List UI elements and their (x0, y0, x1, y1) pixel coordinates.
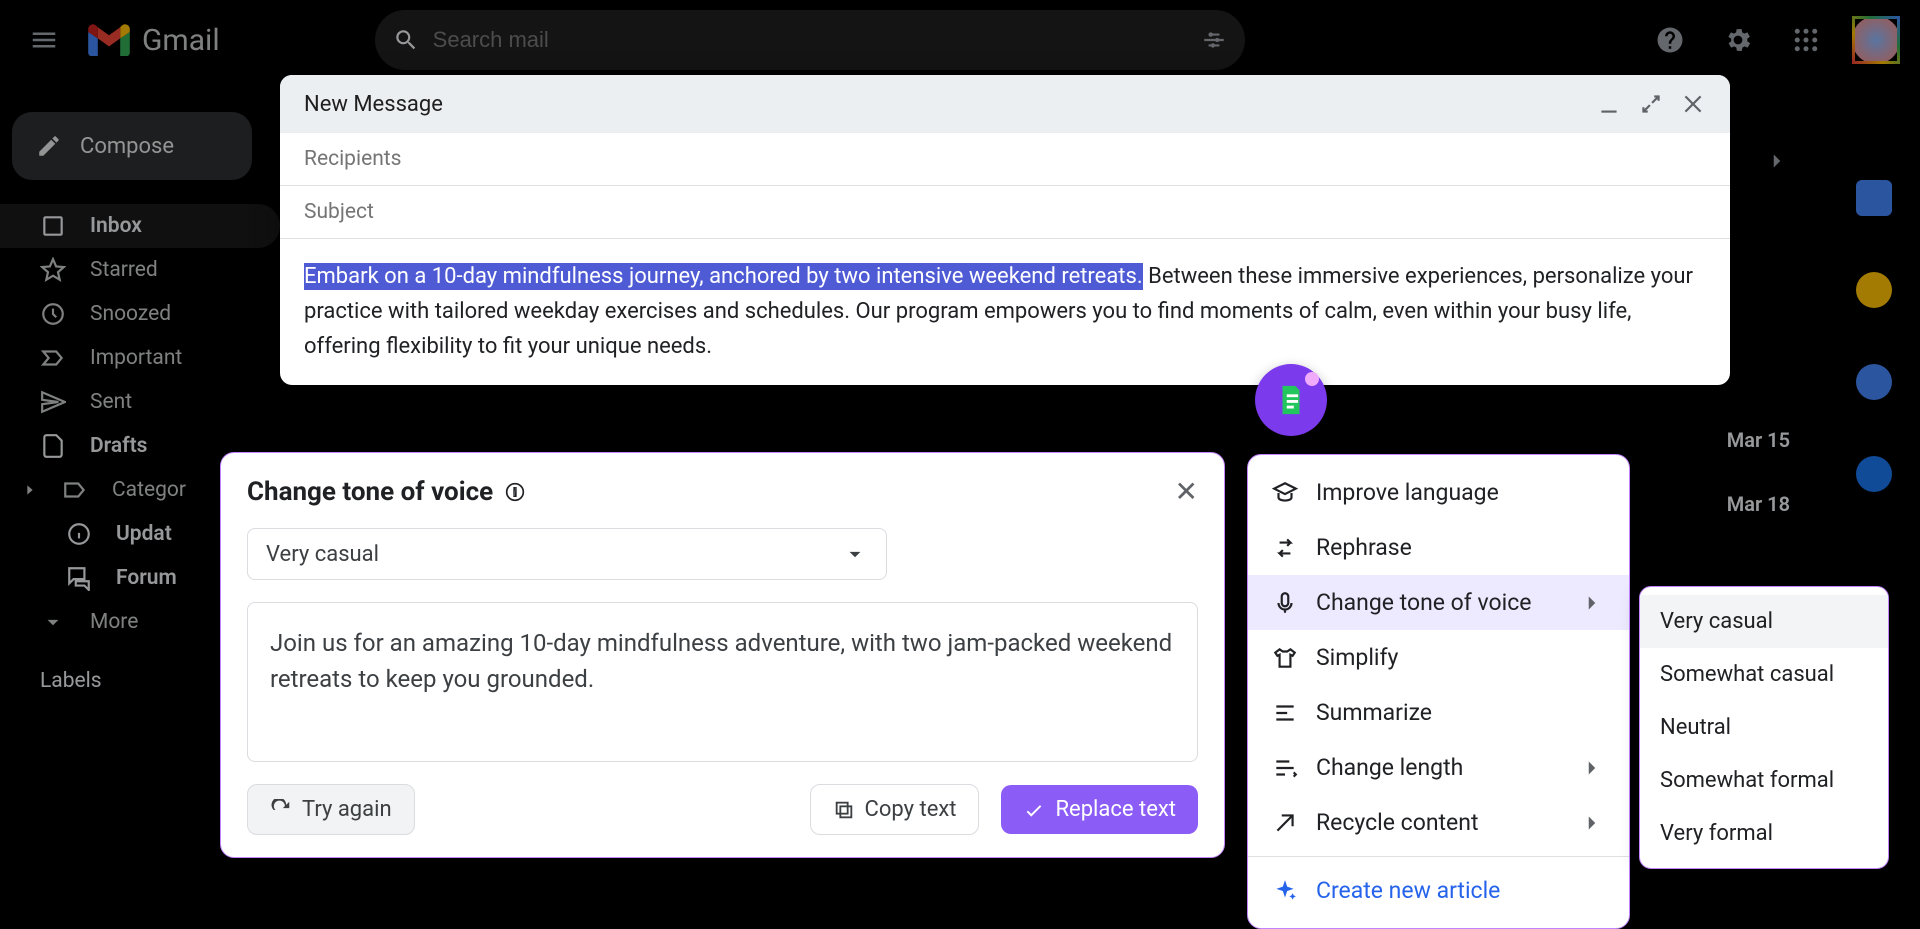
chevron-right-icon[interactable] (1764, 148, 1790, 174)
tone-output: Join us for an amazing 10-day mindfulnes… (247, 602, 1198, 762)
search-icon (393, 27, 419, 53)
info-icon[interactable]: i (505, 482, 525, 502)
search-options-icon[interactable] (1201, 27, 1227, 53)
fullscreen-exit-icon[interactable] (1638, 91, 1664, 117)
chevron-down-icon (842, 541, 868, 567)
ai-action-menu: Improve language Rephrase Change tone of… (1247, 454, 1630, 929)
settings-button[interactable] (1716, 18, 1760, 62)
chevron-right-icon (22, 477, 38, 503)
copy-text-button[interactable]: Copy text (810, 784, 980, 835)
menu-rephrase[interactable]: Rephrase (1248, 520, 1629, 575)
inbox-dates: Mar 15 Mar 18 (1727, 428, 1790, 516)
inbox-icon (40, 213, 66, 239)
sidebar-item-snoozed[interactable]: Snoozed (0, 292, 280, 336)
compose-button[interactable]: Compose (12, 112, 252, 180)
rephrase-icon (1272, 535, 1298, 561)
search-input[interactable] (433, 27, 1187, 53)
length-icon (1272, 755, 1298, 781)
tone-select[interactable]: Very casual (247, 528, 887, 580)
contacts-icon[interactable] (1856, 456, 1892, 492)
header-actions (1648, 16, 1900, 64)
compose-title: New Message (304, 92, 443, 117)
replace-text-button[interactable]: Replace text (1001, 785, 1198, 834)
chevron-down-icon (40, 609, 66, 635)
tone-option-somewhat-formal[interactable]: Somewhat formal (1640, 754, 1888, 807)
tone-submenu: Very casual Somewhat casual Neutral Some… (1639, 586, 1889, 869)
compose-label: Compose (80, 134, 174, 159)
recycle-icon (1272, 810, 1298, 836)
star-icon (40, 257, 66, 283)
menu-recycle[interactable]: Recycle content (1248, 795, 1629, 850)
forum-icon (66, 565, 92, 591)
sidebar-item-starred[interactable]: Starred (0, 248, 280, 292)
minimize-icon[interactable] (1596, 91, 1622, 117)
file-icon (40, 433, 66, 459)
tone-panel-title: Change tone of voice (247, 477, 493, 507)
menu-change-length[interactable]: Change length (1248, 740, 1629, 795)
apps-button[interactable] (1784, 18, 1828, 62)
clock-icon (40, 301, 66, 327)
pencil-icon (36, 133, 62, 159)
tone-option-somewhat-casual[interactable]: Somewhat casual (1640, 648, 1888, 701)
menu-create-article[interactable]: Create new article (1248, 863, 1629, 918)
tone-option-very-casual[interactable]: Very casual (1640, 595, 1888, 648)
tone-panel-close[interactable]: ✕ (1175, 475, 1198, 508)
search-bar[interactable] (375, 10, 1245, 70)
svg-text:i: i (514, 485, 517, 499)
refresh-icon (270, 799, 292, 821)
close-icon[interactable] (1680, 91, 1706, 117)
check-icon (1023, 799, 1045, 821)
sparkle-icon (1272, 878, 1298, 904)
app-name: Gmail (142, 23, 220, 58)
tone-option-very-formal[interactable]: Very formal (1640, 807, 1888, 860)
subject-field[interactable]: Subject (280, 186, 1730, 239)
support-button[interactable] (1648, 18, 1692, 62)
graduation-icon (1272, 480, 1298, 506)
ai-assistant-button[interactable] (1255, 364, 1327, 436)
summarize-icon (1272, 700, 1298, 726)
send-icon (40, 389, 66, 415)
calendar-icon[interactable] (1856, 180, 1892, 216)
compose-body[interactable]: Embark on a 10-day mindfulness journey, … (280, 239, 1730, 385)
sidebar-item-sent[interactable]: Sent (0, 380, 280, 424)
keep-icon[interactable] (1856, 272, 1892, 308)
account-avatar[interactable] (1852, 16, 1900, 64)
tasks-icon[interactable] (1856, 364, 1892, 400)
menu-improve-language[interactable]: Improve language (1248, 465, 1629, 520)
sidebar-item-important[interactable]: Important (0, 336, 280, 380)
menu-change-tone[interactable]: Change tone of voice (1248, 575, 1629, 630)
important-icon (40, 345, 66, 371)
side-panel (1846, 180, 1902, 614)
gmail-icon (88, 24, 130, 56)
chevron-right-icon (1579, 755, 1605, 781)
menu-divider (1248, 856, 1629, 857)
ai-doc-icon (1274, 383, 1308, 417)
info-icon (66, 521, 92, 547)
chevron-right-icon (1579, 590, 1605, 616)
menu-summarize[interactable]: Summarize (1248, 685, 1629, 740)
gmail-logo[interactable]: Gmail (88, 23, 220, 58)
label-icon (62, 477, 88, 503)
copy-icon (833, 799, 855, 821)
try-again-button[interactable]: Try again (247, 784, 415, 835)
menu-simplify[interactable]: Simplify (1248, 630, 1629, 685)
tone-option-neutral[interactable]: Neutral (1640, 701, 1888, 754)
main-menu-button[interactable] (20, 16, 68, 64)
tone-panel: Change tone of voice i ✕ Very casual Joi… (220, 452, 1225, 858)
chevron-right-icon (1579, 810, 1605, 836)
mic-icon (1272, 590, 1298, 616)
recipients-field[interactable]: Recipients (280, 133, 1730, 186)
compose-window: New Message Recipients Subject Embark on… (280, 75, 1730, 385)
compose-header: New Message (280, 75, 1730, 133)
app-header: Gmail (0, 0, 1920, 80)
sidebar-item-inbox[interactable]: Inbox (0, 204, 280, 248)
selected-text: Embark on a 10-day mindfulness journey, … (304, 263, 1143, 290)
shirt-icon (1272, 645, 1298, 671)
